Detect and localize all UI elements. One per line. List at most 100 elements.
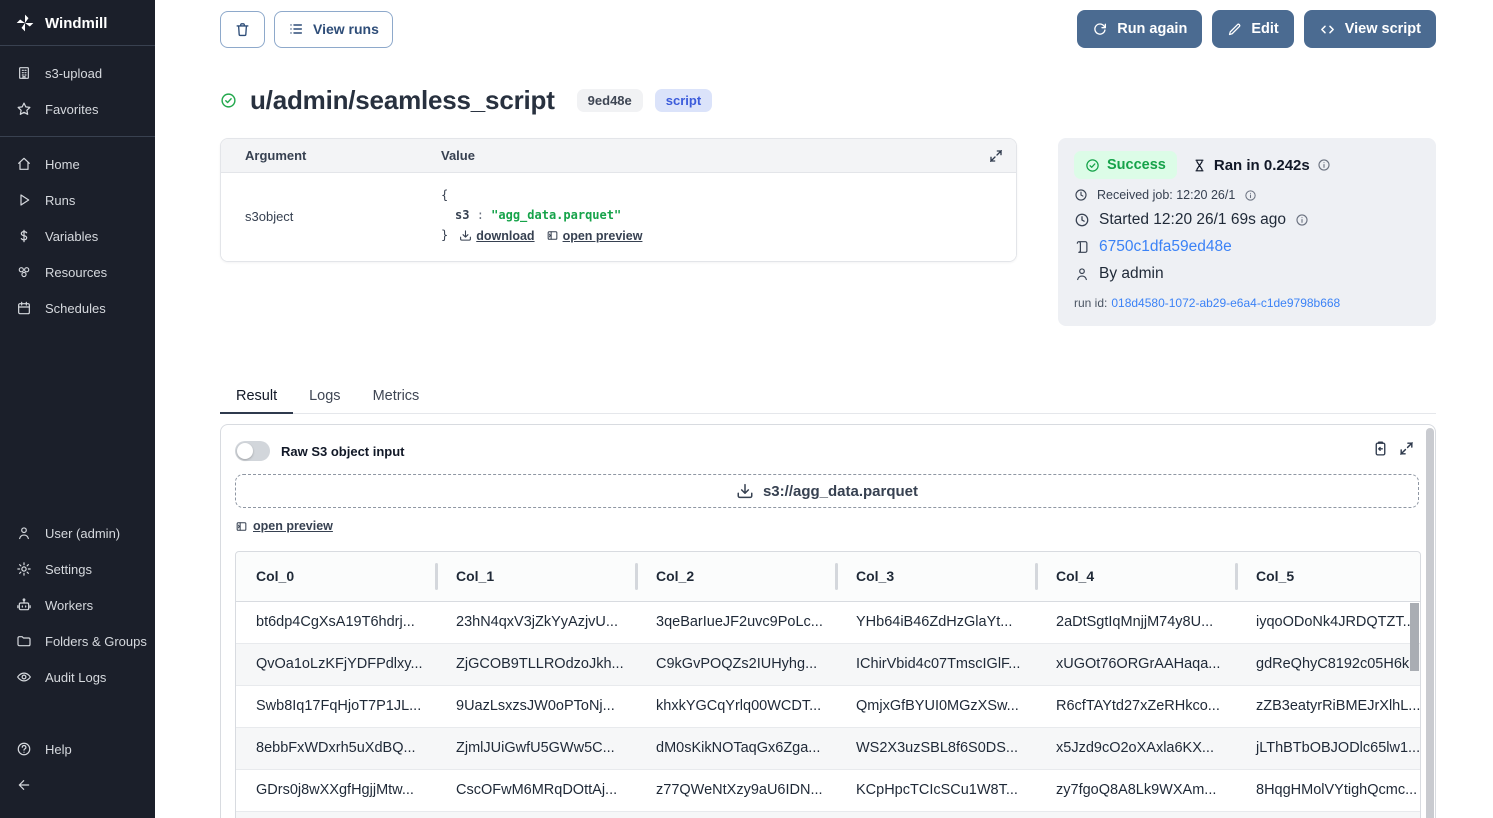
view-runs-button[interactable]: View runs [274,11,393,48]
arrow-left-icon [16,777,32,793]
sidebar-item-label: Folders & Groups [45,634,147,649]
column-header-col_4[interactable]: Col_4 [1036,552,1236,601]
received-job-label: Received job: 12:20 26/1 [1097,188,1235,202]
table-cell: CscOFwM6MRqDOttAj... [436,782,636,798]
view-script-label: View script [1345,21,1421,37]
user-icon [1074,266,1090,282]
raw-s3-toggle[interactable] [235,441,270,461]
run-again-label: Run again [1117,21,1187,37]
edit-button[interactable]: Edit [1212,10,1293,48]
info-icon[interactable] [1317,158,1331,172]
table-cell: z77QWeNtXzy9aU6IDN... [636,782,836,798]
column-resize-handle[interactable] [1035,563,1038,590]
panel-scrollbar-thumb[interactable] [1426,428,1434,818]
open-preview-link[interactable]: open preview [546,226,643,247]
home-icon [16,156,32,172]
table-row[interactable]: 8ebbFxWDxrh5uXdBQ...ZjmlJUiGwfU5GWw5C...… [236,728,1420,770]
sidebar-item-user-admin[interactable]: User (admin) [0,515,155,551]
copy-to-clipboard-icon[interactable] [1372,440,1389,457]
run-again-button[interactable]: Run again [1077,10,1202,48]
sidebar-item-settings[interactable]: Settings [0,551,155,587]
sidebar-item-folders-groups[interactable]: Folders & Groups [0,623,155,659]
app-logo[interactable]: Windmill [0,0,155,45]
windmill-logo-icon [15,13,35,33]
table-row[interactable]: QvOa1oLzKFjYDFPdlxy...ZjGCOB9TLLROdzoJkh… [236,644,1420,686]
json-string-value: "agg_data.parquet" [491,208,621,222]
toolbar: View runs Run again Edit View script [220,10,1436,48]
run-id-link[interactable]: 018d4580-1072-ab29-e6a4-c1de9798b668 [1111,296,1340,310]
column-header-col_0[interactable]: Col_0 [236,552,436,601]
download-link[interactable]: download [459,226,534,247]
main-content: View runs Run again Edit View script u [155,0,1493,818]
sidebar-item-favorites[interactable]: Favorites [0,91,155,127]
sidebar-item-audit-logs[interactable]: Audit Logs [0,659,155,695]
result-panel-actions [1372,440,1415,457]
sidebar-item-workers[interactable]: Workers [0,587,155,623]
download-icon [459,229,472,242]
open-preview-link[interactable]: open preview [235,519,333,533]
job-id-link[interactable]: 6750c1dfa59ed48e [1099,238,1232,256]
argument-column-header: Argument [245,148,441,163]
table-scrollbar-thumb[interactable] [1410,603,1419,671]
sidebar-item-home[interactable]: Home [0,146,155,182]
status-badge: Success [1074,151,1177,179]
run-summary-row: Argument Value s3object { s3 : "agg_data… [220,138,1436,326]
column-header-col_3[interactable]: Col_3 [836,552,1036,601]
column-resize-handle[interactable] [1235,563,1238,590]
sidebar-item-label: Home [45,157,80,172]
info-icon[interactable] [1295,213,1309,227]
view-script-button[interactable]: View script [1304,10,1436,48]
tab-logs[interactable]: Logs [293,379,356,413]
sidebar-item-label: s3-upload [45,66,102,81]
sidebar-item-variables[interactable]: Variables [0,218,155,254]
tab-result[interactable]: Result [220,379,293,413]
table-cell: WS2X3uzSBL8f6S0DS... [836,740,1036,756]
sidebar-item-schedules[interactable]: Schedules [0,290,155,326]
table-row[interactable]: GDrs0j8wXXgfHgjjMtw...CscOFwM6MRqDOttAj.… [236,770,1420,812]
table-row[interactable]: bt6dp4CgXsA19T6hdrj...23hN4qxV3jZkYyAzjv… [236,602,1420,644]
column-header-label: Col_1 [456,568,494,584]
table-cell: 2aDtSgtIqMnjjM74y8U... [1036,614,1236,630]
table-cell: Swb8Iq17FqHjoT7P1JL... [236,698,436,714]
delete-run-button[interactable] [220,11,265,48]
sidebar-item-label: Settings [45,562,92,577]
column-header-col_2[interactable]: Col_2 [636,552,836,601]
column-resize-handle[interactable] [435,563,438,590]
sidebar-item-label: Schedules [45,301,106,316]
tab-metrics[interactable]: Metrics [357,379,436,413]
table-cell: QmjxGfBYUI0MGzXSw... [836,698,1036,714]
table-cell: C9kGvPOQZs2IUHyhg... [636,656,836,672]
column-header-col_1[interactable]: Col_1 [436,552,636,601]
sidebar-item-label: Favorites [45,102,98,117]
sidebar-collapse-button[interactable] [0,767,155,809]
table-row-empty [236,812,1420,818]
s3-file-download-box[interactable]: s3://agg_data.parquet [235,474,1419,508]
open-preview-label: open preview [253,519,333,533]
expand-icon[interactable] [1398,440,1415,457]
sidebar-nav-group: Home Runs Variables Resources Schedules [0,137,155,335]
download-icon [736,482,754,500]
info-icon[interactable] [1244,189,1257,202]
table-cell: 8HqgHMolVYtighQcmc... [1236,782,1420,798]
clock-icon [1074,188,1088,202]
sidebar-item-runs[interactable]: Runs [0,182,155,218]
page-title: u/admin/seamless_script [250,85,555,116]
sidebar-item-label: Variables [45,229,98,244]
table-cell: R6cfTAYtd27xZeRHkco... [1036,698,1236,714]
app-name: Windmill [45,15,107,32]
success-check-icon [220,92,237,109]
column-header-label: Col_3 [856,568,894,584]
page-header: u/admin/seamless_script 9ed48e script [220,85,1436,116]
column-resize-handle[interactable] [635,563,638,590]
column-resize-handle[interactable] [835,563,838,590]
sidebar-item-resources[interactable]: Resources [0,254,155,290]
sidebar-item-s3-upload[interactable]: s3-upload [0,55,155,91]
table-cell: jLThBTbOBJODlc65lw1... [1236,740,1420,756]
expand-icon[interactable] [988,148,1004,164]
column-header-col_5[interactable]: Col_5 [1236,552,1420,601]
table-row[interactable]: Swb8Iq17FqHjoT7P1JL...9UazLsxzsJW0oPToNj… [236,686,1420,728]
run-duration: Ran in 0.242s [1192,157,1331,174]
sidebar-item-help[interactable]: Help [0,731,155,767]
json-close-line: } download open preview [441,226,642,247]
table-cell: 8ebbFxWDxrh5uXdBQ... [236,740,436,756]
